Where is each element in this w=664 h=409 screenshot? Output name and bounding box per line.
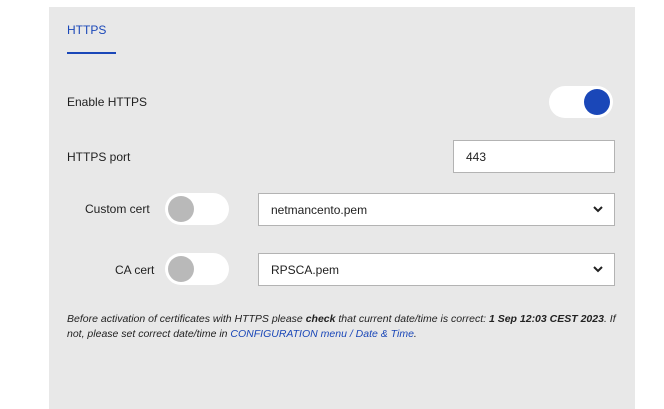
- tab-active-indicator: [67, 52, 116, 54]
- notice-text: that current date/time is correct:: [335, 313, 489, 325]
- chevron-down-icon: [593, 266, 603, 273]
- certificate-datetime-notice: Before activation of certificates with H…: [67, 312, 623, 342]
- custom-cert-label: Custom cert: [85, 202, 150, 216]
- toggle-knob: [168, 256, 194, 282]
- https-port-label: HTTPS port: [67, 150, 131, 164]
- ca-cert-value: RPSCA.pem: [271, 263, 340, 277]
- enable-https-toggle[interactable]: [549, 86, 613, 118]
- toggle-knob: [584, 89, 610, 115]
- https-port-value: 443: [466, 150, 487, 164]
- custom-cert-select[interactable]: netmancento.pem: [258, 193, 615, 226]
- date-time-config-link[interactable]: CONFIGURATION menu / Date & Time: [230, 328, 414, 340]
- custom-cert-toggle[interactable]: [165, 193, 229, 225]
- custom-cert-value: netmancento.pem: [271, 203, 368, 217]
- chevron-down-icon: [593, 206, 603, 213]
- ca-cert-select[interactable]: RPSCA.pem: [258, 253, 615, 286]
- notice-current-datetime: 1 Sep 12:03 CEST 2023: [488, 313, 604, 325]
- ca-cert-label: CA cert: [115, 263, 155, 277]
- notice-text: .: [413, 328, 417, 340]
- toggle-knob: [168, 196, 194, 222]
- notice-check: check: [305, 313, 336, 325]
- tab-https[interactable]: HTTPS: [67, 23, 106, 37]
- enable-https-label: Enable HTTPS: [67, 95, 148, 109]
- https-port-input[interactable]: 443: [453, 140, 615, 173]
- notice-text: Before activation of certificates with H…: [67, 313, 306, 325]
- ca-cert-toggle[interactable]: [165, 253, 229, 285]
